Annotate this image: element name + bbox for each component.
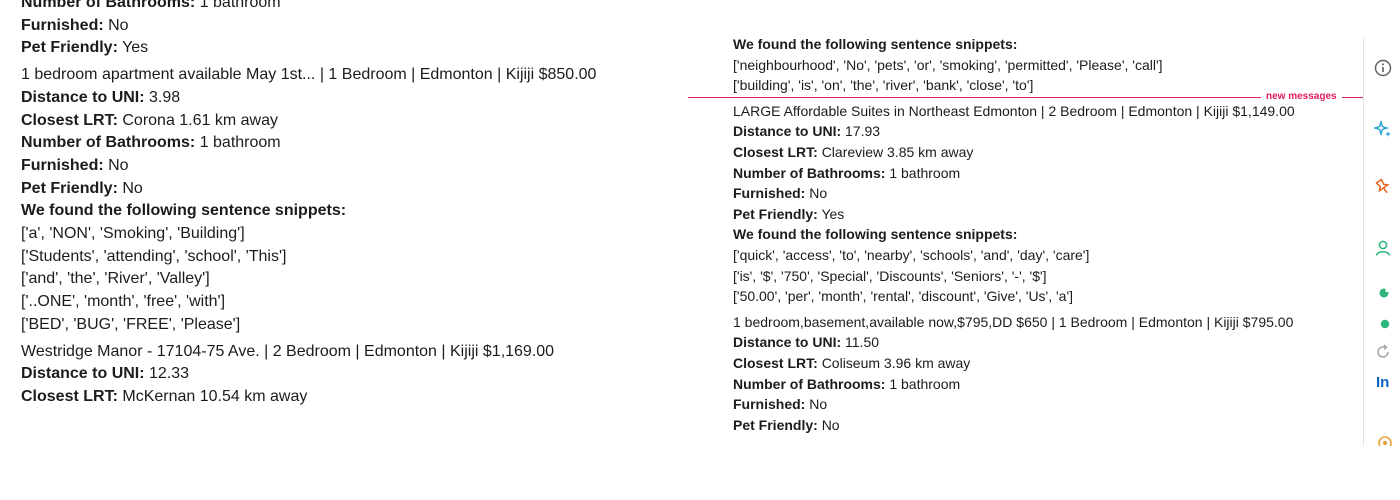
left-message-pane: Number of Bathrooms: 1 bathroom Furnishe… [0, 0, 686, 445]
furnished-label: Furnished: [733, 185, 806, 202]
distance-value: 17.93 [845, 123, 881, 140]
sidebar-rail: In [1363, 38, 1400, 446]
furnished-value: No [108, 16, 129, 34]
lrt-value: McKernan 10.54 km away [122, 387, 308, 405]
right-message-pane: We found the following sentence snippets… [686, 0, 1363, 445]
refresh-icon[interactable] [1374, 343, 1392, 361]
snippets-heading: We found the following sentence snippets… [733, 226, 1018, 243]
bathrooms-label: Number of Bathrooms: [21, 134, 196, 152]
bathrooms-value: 1 bathroom [199, 134, 281, 152]
bathrooms-value: 1 bathroom [889, 375, 961, 392]
listing-partial-left: Number of Bathrooms: 1 bathroom Furnishe… [21, 0, 686, 60]
bathrooms-label: Number of Bathrooms: [733, 164, 886, 181]
pet-friendly-line: Pet Friendly: No [21, 178, 686, 201]
lrt-line: Closest LRT: McKernan 10.54 km away [21, 386, 686, 409]
distance-line: Distance to UNI: 12.33 [21, 363, 686, 386]
furnished-line: Furnished: No [21, 155, 686, 178]
distance-label: Distance to UNI: [733, 123, 842, 140]
bathrooms-line: Number of Bathrooms: 1 bathroom [733, 374, 1363, 395]
pet-friendly-label: Pet Friendly: [21, 179, 118, 197]
pet-friendly-value: No [821, 416, 840, 433]
person-icon[interactable] [1374, 239, 1392, 257]
pet-friendly-label: Pet Friendly: [21, 39, 118, 57]
listing-title: 1 bedroom,basement,available now,$795,DD… [733, 313, 1294, 330]
snippets-heading: We found the following sentence snippets… [733, 36, 1018, 52]
pet-friendly-line: Pet Friendly: Yes [733, 204, 1363, 225]
listing-title: Westridge Manor - 17104-75 Ave. | 2 Bedr… [21, 342, 555, 360]
bathrooms-value: 1 bathroom [199, 0, 281, 11]
listing-card: Westridge Manor - 17104-75 Ave. | 2 Bedr… [21, 341, 686, 409]
bathrooms-line: Number of Bathrooms: 1 bathroom [21, 0, 686, 15]
lrt-value: Coliseum 3.96 km away [821, 354, 971, 371]
furnished-label: Furnished: [733, 396, 806, 413]
furnished-value: No [809, 396, 828, 413]
lrt-value: Corona 1.61 km away [122, 111, 278, 129]
snippet-line: ['is', '$', '750', 'Special', 'Discounts… [733, 267, 1047, 284]
listing-partial-right: We found the following sentence snippets… [733, 34, 1363, 96]
lrt-label: Closest LRT: [733, 143, 818, 160]
distance-line: Distance to UNI: 3.98 [21, 87, 686, 110]
bathrooms-label: Number of Bathrooms: [21, 0, 196, 11]
snippet-line: ['quick', 'access', 'to', 'nearby', 'sch… [733, 246, 1090, 263]
furnished-value: No [809, 185, 828, 202]
lrt-value: Clareview 3.85 km away [821, 143, 974, 160]
lrt-line: Closest LRT: Coliseum 3.96 km away [733, 353, 1363, 374]
info-icon[interactable] [1374, 59, 1392, 77]
new-messages-label: new messages [1261, 90, 1342, 104]
bathrooms-line: Number of Bathrooms: 1 bathroom [21, 132, 686, 155]
furnished-label: Furnished: [21, 16, 104, 34]
listing-title: 1 bedroom apartment available May 1st...… [21, 66, 597, 84]
listing-card: LARGE Affordable Suites in Northeast Edm… [733, 101, 1363, 307]
dot-icon [1374, 315, 1392, 333]
pet-friendly-line: Pet Friendly: Yes [21, 37, 686, 60]
snippet-line: ['and', 'the', 'River', 'Valley'] [21, 270, 210, 288]
distance-value: 11.50 [845, 334, 880, 351]
distance-label: Distance to UNI: [21, 365, 145, 383]
lrt-label: Closest LRT: [21, 387, 118, 405]
pet-friendly-value: Yes [122, 39, 149, 57]
pet-friendly-label: Pet Friendly: [733, 205, 818, 222]
furnished-line: Furnished: No [733, 394, 1363, 415]
snippet-line: ['a', 'NON', 'Smoking', 'Building'] [21, 225, 245, 243]
snippet-line: ['Students', 'attending', 'school', 'Thi… [21, 247, 287, 265]
bathrooms-line: Number of Bathrooms: 1 bathroom [733, 163, 1363, 184]
furnished-value: No [108, 156, 129, 174]
lrt-label: Closest LRT: [733, 354, 818, 371]
settings-icon[interactable] [1374, 432, 1392, 446]
listing-card: 1 bedroom,basement,available now,$795,DD… [733, 312, 1363, 436]
lrt-label: Closest LRT: [21, 111, 118, 129]
furnished-label: Furnished: [21, 156, 104, 174]
furnished-line: Furnished: No [733, 183, 1363, 204]
pet-friendly-label: Pet Friendly: [733, 416, 818, 433]
snippet-line: ['neighbourhood', 'No', 'pets', 'or', 's… [733, 56, 1163, 73]
pet-friendly-value: Yes [821, 205, 845, 222]
distance-line: Distance to UNI: 11.50 [733, 332, 1363, 353]
lrt-line: Closest LRT: Corona 1.61 km away [21, 110, 686, 133]
distance-value: 3.98 [149, 88, 181, 106]
pet-friendly-line: Pet Friendly: No [733, 415, 1363, 436]
bathrooms-label: Number of Bathrooms: [733, 375, 886, 392]
snippets-heading: We found the following sentence snippets… [21, 202, 347, 220]
pin-icon[interactable] [1374, 178, 1392, 196]
distance-label: Distance to UNI: [21, 88, 145, 106]
pet-friendly-value: No [122, 179, 143, 197]
distance-line: Distance to UNI: 17.93 [733, 121, 1363, 142]
snippet-line: ['50.00', 'per', 'month', 'rental', 'dis… [733, 288, 1074, 305]
linkedin-icon[interactable]: In [1374, 374, 1394, 392]
furnished-line: Furnished: No [21, 15, 686, 38]
snippet-line: ['..ONE', 'month', 'free', 'with'] [21, 293, 226, 311]
lrt-line: Closest LRT: Clareview 3.85 km away [733, 142, 1363, 163]
left-message-content: Number of Bathrooms: 1 bathroom Furnishe… [0, 0, 686, 409]
distance-value: 12.33 [149, 365, 190, 383]
bathrooms-value: 1 bathroom [889, 164, 961, 181]
snippet-line: ['BED', 'BUG', 'FREE', 'Please'] [21, 315, 241, 333]
sparkle-icon[interactable] [1374, 120, 1392, 138]
status-icon[interactable] [1374, 284, 1392, 302]
distance-label: Distance to UNI: [733, 334, 842, 351]
listing-card: 1 bedroom apartment available May 1st...… [21, 64, 686, 336]
